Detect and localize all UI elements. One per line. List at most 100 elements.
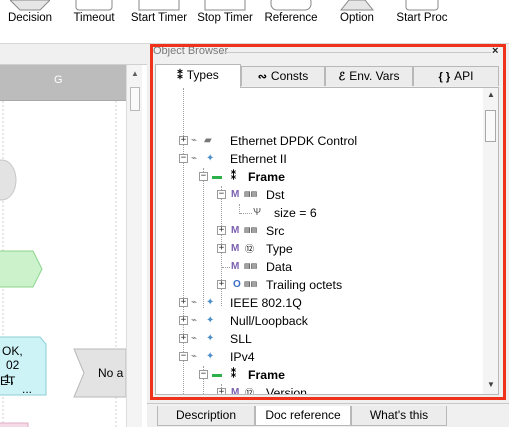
- object-browser-panel: Object Browser × ⁑ Types ∾ Consts ℰ Env. Va…: [147, 44, 509, 404]
- expand-icon[interactable]: +: [217, 226, 226, 235]
- start-timer-tool[interactable]: Start Timer: [130, 0, 188, 44]
- protocol-icon: ✦: [206, 333, 215, 344]
- struct-icon: ⁑: [231, 369, 236, 380]
- scroll-thumb[interactable]: [485, 110, 496, 142]
- tree-item-data[interactable]: M ▤▤ Data: [156, 258, 482, 276]
- diagram-vertical-scrollbar[interactable]: ▲: [126, 65, 142, 427]
- cyan-line-4: ...: [22, 382, 33, 396]
- tab-whats-this-label: What's this: [369, 408, 429, 422]
- toolbar: Decision Timeout Start Timer Stop Timer …: [0, 0, 509, 44]
- cyan-line-2: 02: [6, 358, 20, 372]
- object-browser-title: Object Browser: [153, 45, 229, 57]
- collapse-icon[interactable]: −: [179, 352, 188, 361]
- tree-vertical-scrollbar[interactable]: ▲ ▼: [483, 88, 498, 394]
- timeout-tool[interactable]: Timeout: [68, 0, 120, 44]
- collapse-icon[interactable]: −: [199, 370, 208, 379]
- tab-env-vars-label: Env. Vars: [349, 69, 400, 83]
- tree-item-ethernet-ii[interactable]: − ⌁ ✦ Ethernet II: [156, 150, 482, 168]
- tab-consts[interactable]: ∾ Consts: [241, 66, 325, 86]
- expand-icon[interactable]: +: [179, 136, 188, 145]
- protocol-icon: ✦: [206, 297, 215, 308]
- byte-array-icon: ▤▤: [244, 191, 258, 198]
- link-icon: ⌁: [191, 153, 198, 164]
- option-label: Option: [340, 12, 374, 24]
- tab-whats-this[interactable]: What's this: [351, 406, 447, 426]
- types-icon: ⁑: [177, 70, 183, 82]
- tree-item-trailing-octets[interactable]: + O ▤▤ Trailing octets: [156, 276, 482, 294]
- tree-guide-line: [222, 267, 230, 268]
- stop-timer-icon: [204, 0, 246, 11]
- reference-label: Reference: [264, 12, 318, 24]
- diagram-node-pink: [0, 422, 29, 427]
- column-header-label: G: [54, 74, 63, 86]
- tree-item-frame[interactable]: − ▬ ⁑ Frame: [156, 168, 482, 186]
- tree-item-sll[interactable]: + ⌁ ✦ SLL: [156, 330, 482, 348]
- expand-icon[interactable]: +: [217, 280, 226, 289]
- tree-item-label: size = 6: [274, 206, 317, 220]
- tab-doc-reference[interactable]: Doc reference: [255, 406, 351, 426]
- scroll-up-arrow-icon[interactable]: ▲: [131, 69, 139, 78]
- tree-guide-line: [240, 213, 252, 214]
- tree-item-ieee-802-1q[interactable]: + ⌁ ✦ IEEE 802.1Q: [156, 294, 482, 312]
- start-proc-tool[interactable]: Start Proc: [392, 0, 452, 44]
- frame-icon: ▬: [212, 171, 222, 182]
- tab-description[interactable]: Description: [157, 406, 255, 426]
- tab-api[interactable]: { } API: [413, 66, 499, 86]
- stop-timer-label: Stop Timer: [197, 12, 253, 24]
- scroll-thumb[interactable]: [130, 87, 140, 111]
- collapse-icon[interactable]: −: [179, 154, 188, 163]
- tree-item-src[interactable]: + M ▤▤ Src: [156, 222, 482, 240]
- tree-item-label: Trailing octets: [266, 278, 343, 292]
- tree-item-label: IEEE 802.1Q: [230, 296, 302, 310]
- tree-item-label: IPv4: [230, 350, 255, 364]
- title-divider: [221, 52, 491, 53]
- diagram-node-gray-text: No a: [98, 366, 124, 380]
- expand-icon[interactable]: +: [217, 244, 226, 253]
- tree-item-label: SLL: [230, 332, 252, 346]
- scroll-up-arrow-icon[interactable]: ▲: [487, 90, 495, 99]
- integer-icon: ⑫: [245, 388, 255, 395]
- start-proc-icon: [405, 0, 439, 11]
- tree-item-dst[interactable]: − M ▤▤ Dst: [156, 186, 482, 204]
- tree-item-ethernet-dpdk-control[interactable]: + ⌁ ▰ Ethernet DPDK Control: [156, 132, 482, 150]
- tree-item-label: Ethernet II: [230, 152, 287, 166]
- expand-icon[interactable]: +: [217, 388, 226, 394]
- stop-timer-tool[interactable]: Stop Timer: [196, 0, 254, 44]
- collapse-icon[interactable]: −: [199, 172, 208, 181]
- tree-item-size[interactable]: Ѱ size = 6: [156, 204, 482, 222]
- tree-item-frame[interactable]: − ▬ ⁑ Frame: [156, 366, 482, 384]
- tab-types[interactable]: ⁑ Types: [155, 64, 241, 88]
- diagram-node-green: [0, 250, 43, 288]
- tree-item-label: Version: [266, 386, 308, 395]
- tree-item-type[interactable]: + M ⑫ Type: [156, 240, 482, 258]
- option-icon: [339, 0, 375, 11]
- tree-item-label: Type: [266, 242, 293, 256]
- tree-item-ipv4[interactable]: − ⌁ ✦ IPv4: [156, 348, 482, 366]
- tab-env-vars[interactable]: ℰ Env. Vars: [325, 66, 413, 86]
- bottom-tabs: Description Doc reference What's this: [147, 403, 509, 427]
- tree-item-null-loopback[interactable]: + ⌁ ✦ Null/Loopback: [156, 312, 482, 330]
- cyan-line-3: 1,: [4, 372, 15, 386]
- link-icon: ⌁: [191, 351, 198, 362]
- diagram-top-strip: [0, 44, 147, 65]
- protocol-icon: ✦: [206, 153, 215, 164]
- reference-tool[interactable]: Reference: [262, 0, 320, 44]
- tree-item-version[interactable]: + M ⑫ Version: [156, 384, 482, 395]
- collapse-icon[interactable]: −: [217, 190, 226, 199]
- member-icon: M: [231, 243, 240, 254]
- scroll-down-arrow-icon[interactable]: ▼: [487, 380, 495, 389]
- start-proc-label: Start Proc: [396, 12, 448, 24]
- tab-types-label: Types: [186, 68, 219, 82]
- expand-icon[interactable]: +: [179, 334, 188, 343]
- option-tool[interactable]: Option: [330, 0, 384, 44]
- tab-doc-reference-label: Doc reference: [265, 408, 341, 422]
- member-icon: M: [231, 387, 240, 395]
- close-icon[interactable]: ×: [492, 45, 498, 57]
- expand-icon[interactable]: +: [179, 316, 188, 325]
- frame-icon: ▬: [212, 369, 222, 380]
- diagram-canvas[interactable]: ET OK, 02 1, ... No a: [0, 101, 127, 427]
- env-vars-icon: ℰ: [338, 71, 346, 83]
- decision-tool[interactable]: Decision: [0, 0, 60, 44]
- struct-icon: ⁑: [231, 171, 236, 182]
- expand-icon[interactable]: +: [179, 298, 188, 307]
